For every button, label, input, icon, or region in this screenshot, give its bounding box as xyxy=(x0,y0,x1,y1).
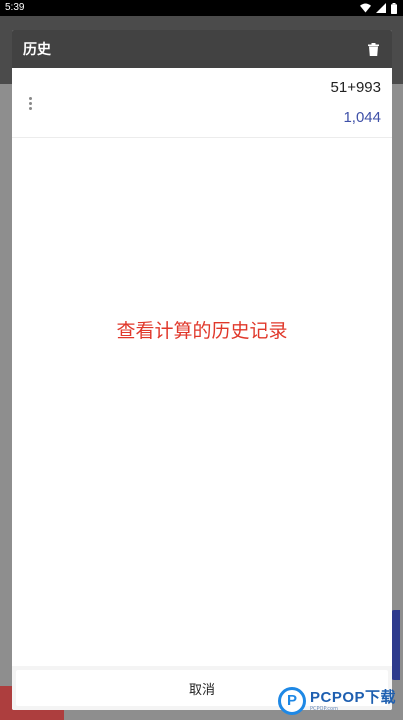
status-bar: 5:39 xyxy=(0,0,403,16)
dialog-header: 历史 xyxy=(12,30,392,68)
status-time: 5:39 xyxy=(5,2,25,13)
history-expression: 51+993 xyxy=(330,79,381,96)
history-item[interactable]: 51+993 1,044 xyxy=(12,68,392,138)
logo-letter: P xyxy=(287,692,298,709)
caption-overlay: 查看计算的历史记录 xyxy=(116,320,288,342)
more-vert-icon xyxy=(28,96,32,100)
trash-icon xyxy=(367,42,379,56)
more-vert-icon-dot xyxy=(28,106,32,110)
status-icons xyxy=(360,2,397,14)
history-dialog: 历史 51+993 1,044 查看计算的历史记录 取消 xyxy=(12,30,392,710)
dialog-title: 历史 xyxy=(23,42,51,58)
signal-icon xyxy=(376,3,386,13)
background-app-left xyxy=(0,84,12,684)
history-result: 1,044 xyxy=(343,109,381,126)
more-vert-icon-dot xyxy=(28,101,32,105)
watermark-small: PCPOP.com xyxy=(310,706,338,712)
wifi-icon xyxy=(360,3,371,13)
clear-history-button[interactable] xyxy=(362,38,384,60)
background-accent xyxy=(391,610,400,680)
battery-icon xyxy=(391,2,397,14)
background-app-right xyxy=(391,84,403,684)
watermark-text: PCPOP下载 PCPOP.com xyxy=(310,689,397,713)
watermark-logo: P PCPOP下载 PCPOP.com xyxy=(278,684,403,718)
item-menu-button[interactable] xyxy=(24,92,36,114)
watermark-brand: PCPOP下载 xyxy=(310,689,397,706)
logo-icon: P xyxy=(278,687,306,715)
